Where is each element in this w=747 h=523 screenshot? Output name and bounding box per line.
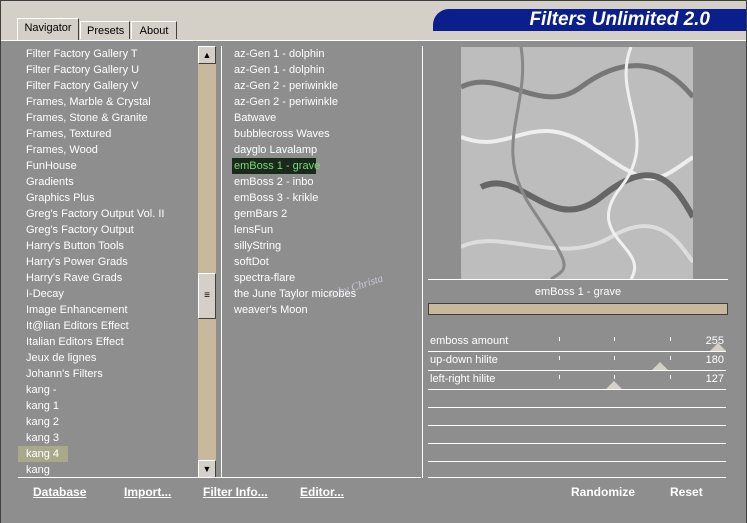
filter-item[interactable]: sillyString bbox=[222, 238, 422, 254]
slider-panel: emboss amount 255 up-down hilite 180 left-ri… bbox=[428, 333, 726, 480]
category-item[interactable]: Image Enhancement bbox=[18, 302, 198, 318]
category-item[interactable]: Filter Factory Gallery V bbox=[18, 78, 198, 94]
category-item[interactable]: Harry's Button Tools bbox=[18, 238, 198, 254]
slider-tick bbox=[614, 337, 615, 341]
filter-item[interactable]: emBoss 3 - krikle bbox=[222, 190, 422, 206]
slider-tick bbox=[614, 375, 615, 379]
database-button[interactable]: Database bbox=[33, 485, 86, 499]
filter-item[interactable]: spectra-flare bbox=[222, 270, 422, 286]
filter-item[interactable]: weaver's Moon bbox=[222, 302, 422, 318]
tab-about[interactable]: About bbox=[131, 21, 177, 39]
filter-item[interactable]: gemBars 2 bbox=[222, 206, 422, 222]
preview-image bbox=[461, 47, 693, 279]
category-item[interactable]: kang - bbox=[18, 382, 198, 398]
scroll-up-button[interactable]: ▲ bbox=[198, 46, 216, 64]
category-item[interactable]: I-Decay bbox=[18, 286, 198, 302]
filter-item[interactable]: az-Gen 1 - dolphin bbox=[222, 62, 422, 78]
filter-item[interactable]: softDot bbox=[222, 254, 422, 270]
category-item[interactable]: Greg's Factory Output bbox=[18, 222, 198, 238]
category-scrollbar[interactable]: ▲ ≡ ▼ bbox=[198, 46, 216, 478]
category-item[interactable]: kang bbox=[18, 462, 198, 478]
category-item[interactable]: Frames, Wood bbox=[18, 142, 198, 158]
slider-knob[interactable] bbox=[710, 343, 726, 351]
slider-tick bbox=[669, 356, 671, 360]
empty-slider-row bbox=[428, 408, 726, 426]
category-item[interactable]: Frames, Textured bbox=[18, 126, 198, 142]
category-item[interactable]: kang 2 bbox=[18, 414, 198, 430]
filter-item[interactable]: dayglo Lavalamp bbox=[222, 142, 422, 158]
slider-tick bbox=[669, 337, 671, 341]
category-item[interactable]: Harry's Power Grads bbox=[18, 254, 198, 270]
selected-filter-name: emBoss 1 - grave bbox=[428, 279, 728, 304]
category-item[interactable]: Filter Factory Gallery T bbox=[18, 46, 198, 62]
import-button[interactable]: Import... bbox=[124, 485, 171, 499]
category-item[interactable]: Filter Factory Gallery U bbox=[18, 62, 198, 78]
empty-slider-row bbox=[428, 426, 726, 444]
tab-navigator[interactable]: Navigator bbox=[17, 18, 79, 40]
category-item[interactable]: Graphics Plus bbox=[18, 190, 198, 206]
slider-knob[interactable] bbox=[605, 381, 622, 389]
reset-button[interactable]: Reset bbox=[670, 485, 703, 499]
category-item[interactable]: Johann's Filters bbox=[18, 366, 198, 382]
category-item[interactable]: kang 4 bbox=[18, 446, 68, 462]
scroll-thumb[interactable]: ≡ bbox=[198, 273, 216, 319]
category-item[interactable]: Frames, Marble & Crystal bbox=[18, 94, 198, 110]
category-item[interactable]: Jeux de lignes bbox=[18, 350, 198, 366]
tab-presets[interactable]: Presets bbox=[80, 21, 130, 39]
filter-item[interactable]: az-Gen 2 - periwinkle bbox=[222, 78, 422, 94]
editor-button[interactable]: Editor... bbox=[300, 485, 344, 499]
category-item[interactable]: Greg's Factory Output Vol. II bbox=[18, 206, 198, 222]
category-item[interactable]: Gradients bbox=[18, 174, 198, 190]
category-item[interactable]: Harry's Rave Grads bbox=[18, 270, 198, 286]
filter-info-bar bbox=[428, 303, 728, 315]
randomize-button[interactable]: Randomize bbox=[571, 485, 635, 499]
category-list[interactable]: Filter Factory Gallery T Filter Factory G… bbox=[18, 46, 198, 478]
right-button-bar: Randomize Reset bbox=[428, 477, 726, 506]
slider-tick bbox=[669, 375, 671, 379]
filter-item[interactable]: bubblecross Waves bbox=[222, 126, 422, 142]
filter-item[interactable]: emBoss 1 - grave bbox=[232, 158, 320, 174]
filters-unlimited-window: Navigator Presets About Filters Unlimite… bbox=[0, 0, 747, 523]
preview-texture bbox=[461, 47, 693, 279]
empty-slider-row bbox=[428, 444, 726, 462]
filter-item[interactable]: Batwave bbox=[222, 110, 422, 126]
filter-item[interactable]: lensFun bbox=[222, 222, 422, 238]
slider-row[interactable]: emboss amount 255 bbox=[428, 333, 726, 352]
category-item[interactable]: Frames, Stone & Granite bbox=[18, 110, 198, 126]
slider-row[interactable]: left-right hilite 127 bbox=[428, 371, 726, 390]
tab-bar: Navigator Presets About Filters Unlimite… bbox=[1, 1, 746, 41]
category-item[interactable]: It@lian Editors Effect bbox=[18, 318, 198, 334]
filter-item[interactable]: the June Taylor microbes bbox=[222, 286, 422, 302]
slider-knob[interactable] bbox=[651, 362, 668, 370]
slider-tick bbox=[558, 356, 560, 360]
app-title: Filters Unlimited 2.0 bbox=[433, 9, 746, 31]
slider-tick bbox=[614, 356, 615, 360]
filter-info-button[interactable]: Filter Info... bbox=[203, 485, 268, 499]
slider-label: emboss amount bbox=[430, 335, 509, 347]
slider-label: up-down hilite bbox=[430, 354, 498, 366]
category-item[interactable]: kang 3 bbox=[18, 430, 198, 446]
category-item[interactable]: Italian Editors Effect bbox=[18, 334, 198, 350]
empty-slider-row bbox=[428, 390, 726, 408]
slider-value: 127 bbox=[705, 373, 724, 385]
filter-list[interactable]: az-Gen 1 - dolphin az-Gen 1 - dolphin az-G… bbox=[221, 46, 423, 478]
filter-item[interactable]: az-Gen 1 - dolphin bbox=[222, 46, 422, 62]
navigator-panel: Filter Factory Gallery T Filter Factory G… bbox=[1, 40, 746, 523]
slider-tick bbox=[558, 337, 560, 341]
slider-row[interactable]: up-down hilite 180 bbox=[428, 352, 726, 371]
filter-item[interactable]: az-Gen 2 - periwinkle bbox=[222, 94, 422, 110]
category-item[interactable]: FunHouse bbox=[18, 158, 198, 174]
slider-value: 180 bbox=[705, 354, 724, 366]
slider-label: left-right hilite bbox=[430, 373, 496, 385]
left-button-bar: Database Import... Filter Info... Editor… bbox=[18, 477, 421, 506]
category-item[interactable]: kang 1 bbox=[18, 398, 198, 414]
scroll-down-button[interactable]: ▼ bbox=[198, 460, 216, 478]
filter-item[interactable]: emBoss 2 - inbo bbox=[222, 174, 422, 190]
slider-tick bbox=[558, 375, 560, 379]
